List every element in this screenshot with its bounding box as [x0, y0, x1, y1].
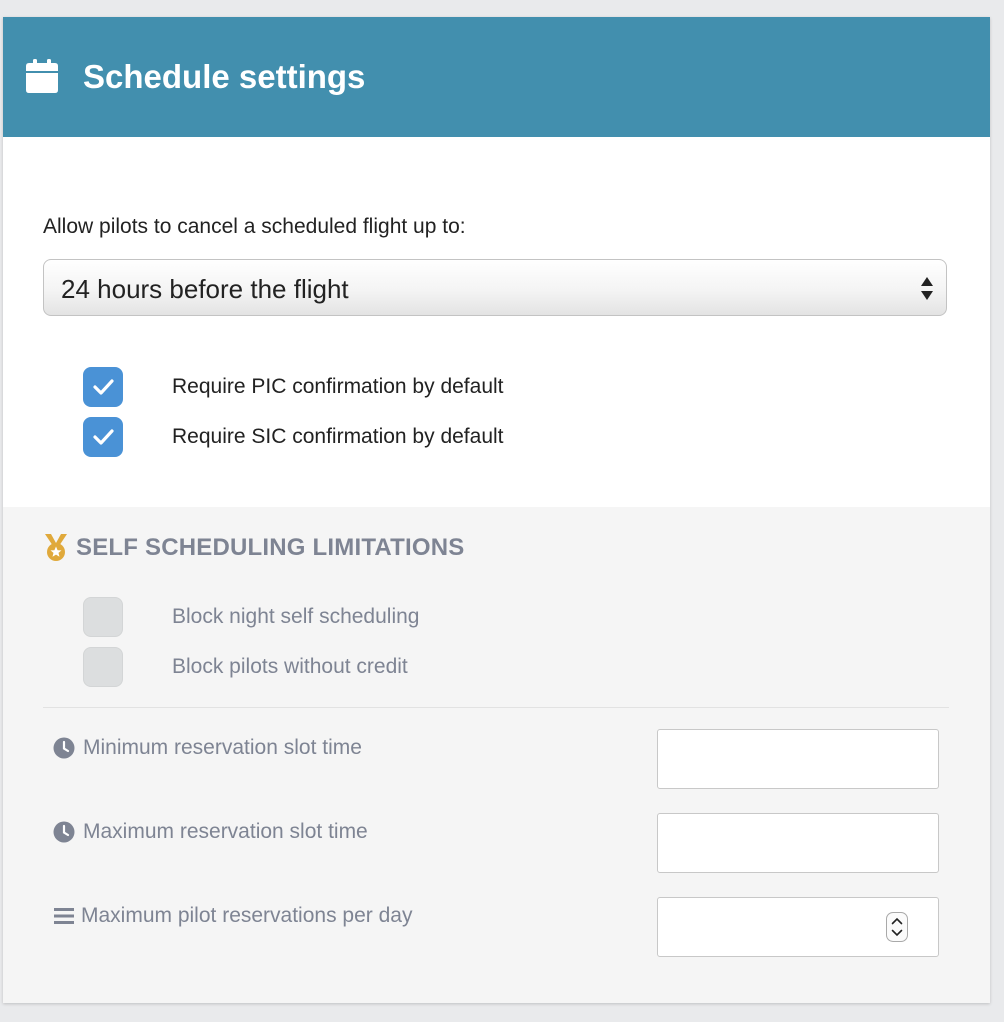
calendar-icon [26, 59, 58, 93]
cancel-policy-selected-value: 24 hours before the flight [61, 274, 349, 304]
chevron-down-icon[interactable] [891, 929, 903, 937]
max-slot-time-input[interactable] [657, 813, 939, 873]
cancel-policy-select[interactable]: 24 hours before the flight [43, 259, 947, 316]
chevron-up-icon[interactable] [891, 917, 903, 925]
page-title: Schedule settings [83, 58, 366, 95]
max-reservations-input[interactable] [657, 897, 939, 957]
divider [43, 707, 949, 708]
sic-confirmation-checkbox[interactable] [83, 417, 123, 457]
self-scheduling-limitations-section: SELF SCHEDULING LIMITATIONS Block night … [3, 507, 990, 1003]
card-header: Schedule settings [3, 17, 990, 137]
checkmark-icon [93, 429, 114, 445]
checkmark-icon [93, 379, 114, 395]
block-night-label: Block night self scheduling [172, 605, 420, 628]
select-arrows-icon [920, 276, 934, 302]
min-slot-time-row: Minimum reservation slot time [53, 729, 943, 789]
number-spinner[interactable] [886, 912, 908, 942]
clock-icon [53, 821, 75, 843]
block-no-credit-checkbox[interactable] [83, 647, 123, 687]
block-no-credit-label: Block pilots without credit [172, 655, 408, 678]
block-night-checkbox[interactable] [83, 597, 123, 637]
pic-confirmation-checkbox[interactable] [83, 367, 123, 407]
max-reservations-label: Maximum pilot reservations per day [81, 904, 413, 927]
pic-confirmation-label: Require PIC confirmation by default [172, 375, 504, 398]
cancel-policy-label: Allow pilots to cancel a scheduled fligh… [43, 215, 466, 238]
min-slot-time-label: Minimum reservation slot time [83, 736, 362, 759]
sic-confirmation-label: Require SIC confirmation by default [172, 425, 504, 448]
min-slot-time-input[interactable] [657, 729, 939, 789]
schedule-settings-card: Schedule settings Allow pilots to cancel… [3, 17, 990, 1003]
max-slot-time-label: Maximum reservation slot time [83, 820, 368, 843]
max-reservations-row: Maximum pilot reservations per day [53, 897, 943, 957]
max-slot-time-row: Maximum reservation slot time [53, 813, 943, 873]
cancel-settings-section: Allow pilots to cancel a scheduled fligh… [3, 137, 990, 507]
medal-icon [43, 534, 69, 562]
clock-icon [53, 737, 75, 759]
limitations-heading: SELF SCHEDULING LIMITATIONS [76, 534, 465, 561]
list-icon [53, 905, 75, 927]
